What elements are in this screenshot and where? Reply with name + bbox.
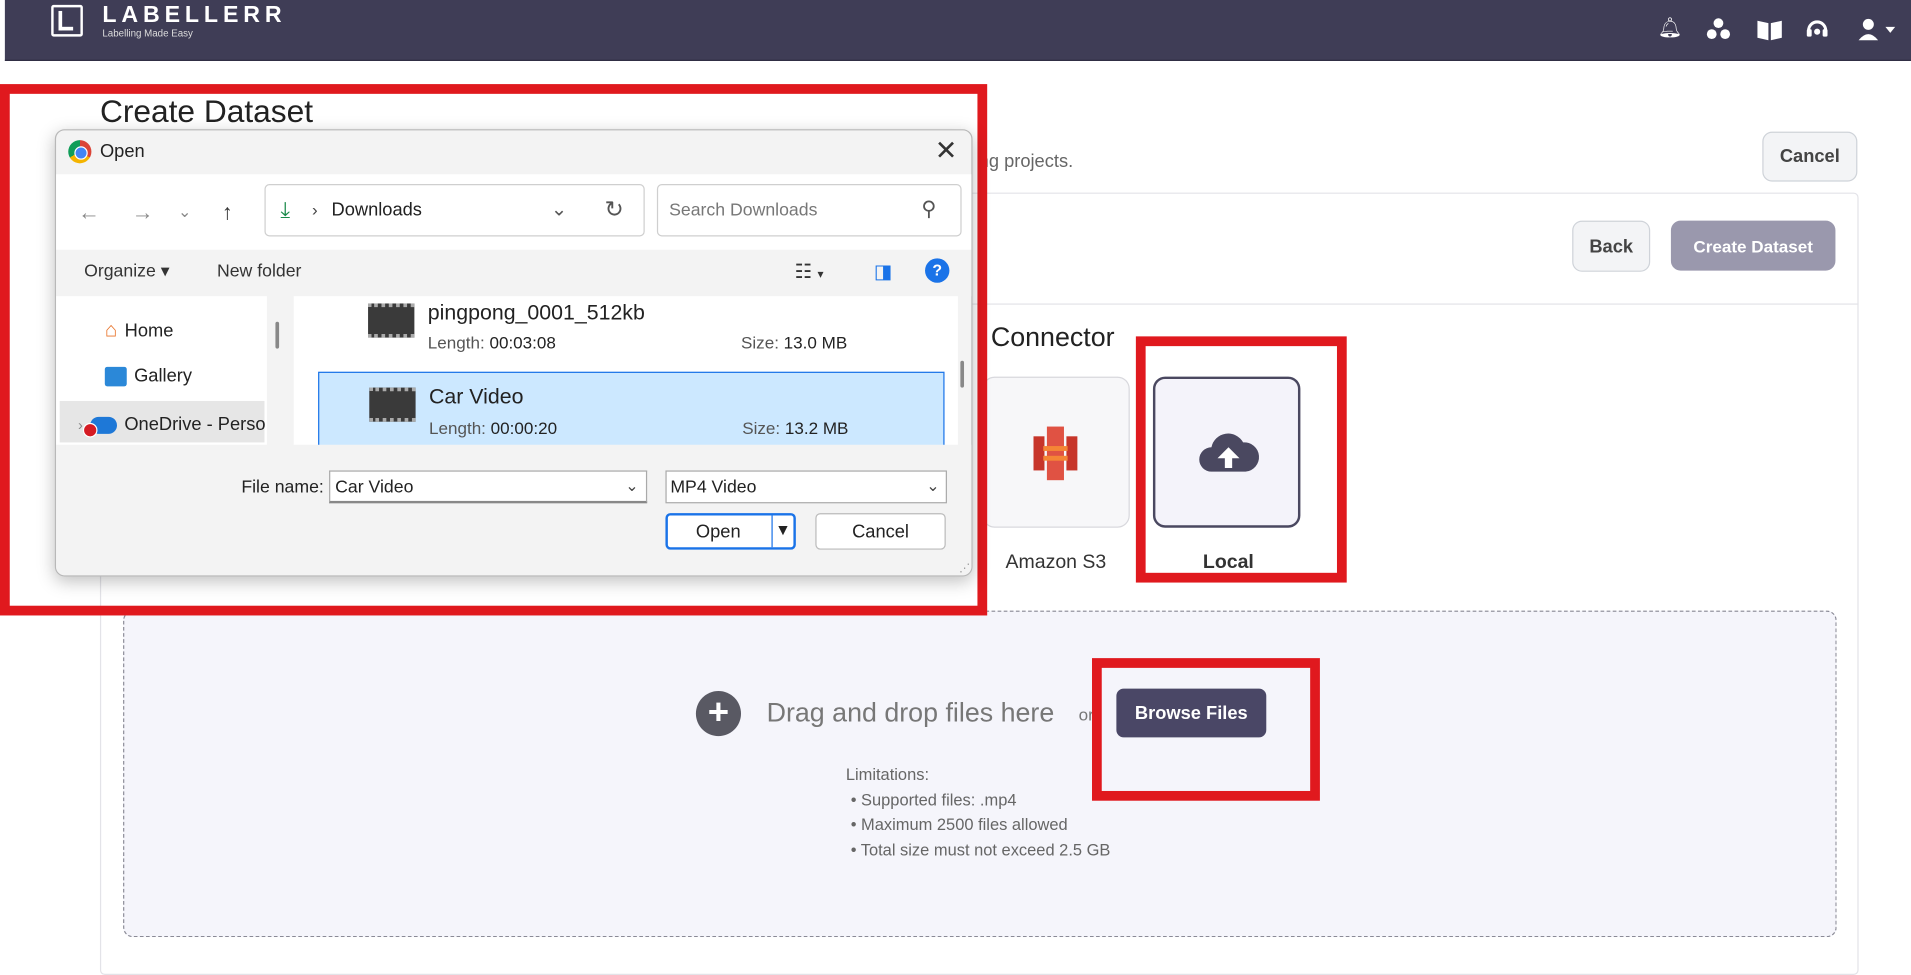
chrome-icon bbox=[68, 140, 92, 164]
nav-item-label: OneDrive - Perso bbox=[124, 414, 266, 436]
download-icon: ⤓ bbox=[280, 197, 291, 222]
view-options-icon[interactable]: ☷ ▾ bbox=[795, 260, 824, 284]
size-value: 13.0 MB bbox=[783, 332, 848, 353]
navigation-pane: ⌂ Home Gallery › OneDrive - Perso bbox=[56, 296, 267, 445]
length-value: 00:03:08 bbox=[489, 332, 556, 353]
file-length: Length: 00:00:20 bbox=[429, 418, 557, 438]
help-icon[interactable]: ? bbox=[925, 258, 950, 283]
preview-pane-icon[interactable]: ◨ bbox=[874, 260, 892, 284]
error-badge-icon bbox=[82, 422, 98, 437]
address-dropdown-icon[interactable]: ⌄ bbox=[551, 197, 567, 221]
file-row-selected[interactable]: Car Video Length: 00:00:20 Size: 13.2 MB bbox=[318, 371, 945, 445]
length-label: Length: bbox=[429, 418, 486, 438]
search-placeholder: Search Downloads bbox=[669, 201, 818, 221]
highlight-box-local bbox=[1135, 336, 1347, 583]
address-bar[interactable]: ⤓ › Downloads ⌄ ↻ bbox=[264, 184, 645, 237]
file-type-select[interactable]: MP4 Video ⌄ bbox=[665, 470, 947, 504]
recent-chevron-icon[interactable]: ⌄ bbox=[178, 201, 191, 223]
file-name-input[interactable]: Car Video ⌄ bbox=[329, 470, 648, 504]
limitations: Limitations: • Supported files: .mp4 • M… bbox=[846, 763, 1111, 863]
chevron-down-icon[interactable]: ⌄ bbox=[625, 477, 638, 497]
open-dropdown-icon[interactable]: ▼ bbox=[775, 520, 791, 538]
organize-menu[interactable]: Organize ▾ bbox=[84, 262, 170, 282]
nav-item-gallery[interactable]: Gallery bbox=[104, 365, 192, 387]
bell-icon[interactable]: 🔔︎ bbox=[1658, 17, 1683, 41]
book-icon[interactable] bbox=[1756, 17, 1782, 41]
top-navbar: LABELLERR Labelling Made Easy 🔔︎ bbox=[4, 0, 1911, 61]
length-label: Length: bbox=[427, 332, 485, 353]
file-size: Size: 13.2 MB bbox=[742, 418, 848, 438]
dialog-footer: File name: Car Video ⌄ MP4 Video ⌄ Open … bbox=[56, 444, 972, 576]
amazon-s3-label: Amazon S3 bbox=[1005, 552, 1107, 573]
dialog-toolbar: Organize ▾ New folder ☷ ▾ ◨ ? bbox=[56, 249, 972, 297]
size-value: 13.2 MB bbox=[784, 418, 849, 438]
labellerr-logo-icon bbox=[51, 4, 83, 37]
connector-title: Connector bbox=[990, 321, 1115, 353]
file-list-scrollbar[interactable] bbox=[960, 360, 965, 388]
file-name: pingpong_0001_512kb bbox=[427, 299, 645, 325]
amazon-s3-tile[interactable] bbox=[982, 376, 1130, 528]
back-arrow-icon[interactable]: ← bbox=[78, 201, 100, 223]
open-label: Open bbox=[695, 521, 741, 543]
split-divider bbox=[771, 515, 773, 548]
open-file-dialog: Open ✕ ← → ⌄ ↑ ⤓ › Downloads ⌄ ↻ Search … bbox=[54, 129, 973, 577]
refresh-icon[interactable]: ↻ bbox=[605, 196, 624, 224]
close-icon[interactable]: ✕ bbox=[935, 137, 957, 165]
size-label: Size: bbox=[742, 418, 781, 438]
open-button[interactable]: Open ▼ bbox=[665, 513, 796, 550]
logo-name: LABELLERR bbox=[102, 2, 287, 29]
page-subtitle: ng projects. bbox=[978, 151, 1074, 172]
chevron-down-icon: ⌄ bbox=[926, 476, 940, 495]
search-box[interactable]: Search Downloads ⚲ bbox=[656, 184, 962, 237]
new-folder-button[interactable]: New folder bbox=[217, 262, 301, 282]
drag-drop-text: Drag and drop files here bbox=[766, 697, 1055, 728]
file-length: Length: 00:03:08 bbox=[428, 333, 556, 353]
team-icon[interactable] bbox=[1706, 17, 1731, 41]
limitations-title: Limitations: bbox=[845, 765, 930, 784]
highlight-box-browse bbox=[1092, 658, 1320, 801]
dialog-navbar: ← → ⌄ ↑ ⤓ › Downloads ⌄ ↻ Search Downloa… bbox=[56, 174, 972, 250]
address-text: Downloads bbox=[331, 199, 422, 221]
file-name-value: Car Video bbox=[335, 477, 414, 498]
limitation-item: • Maximum 2500 files allowed bbox=[850, 815, 1068, 834]
organize-label: Organize bbox=[84, 262, 156, 282]
amazon-s3-icon bbox=[1033, 426, 1078, 481]
file-list: pingpong_0001_512kb Length: 00:03:08 Siz… bbox=[293, 296, 958, 445]
size-label: Size: bbox=[741, 332, 779, 353]
logo-tagline: Labelling Made Easy bbox=[102, 28, 193, 39]
file-size: Size: 13.0 MB bbox=[741, 333, 847, 353]
forward-arrow-icon[interactable]: → bbox=[132, 201, 154, 223]
user-icon[interactable] bbox=[1853, 17, 1902, 41]
cancel-button[interactable]: Cancel bbox=[1762, 131, 1858, 182]
gallery-icon bbox=[104, 366, 127, 386]
nav-item-label: Home bbox=[124, 319, 174, 341]
nav-item-label: Gallery bbox=[134, 365, 192, 387]
video-thumbnail-icon bbox=[368, 303, 415, 338]
back-button[interactable]: Back bbox=[1572, 220, 1651, 272]
file-name: Car Video bbox=[429, 383, 524, 409]
home-icon: ⌂ bbox=[104, 318, 118, 342]
limitation-item: • Total size must not exceed 2.5 GB bbox=[850, 840, 1111, 859]
breadcrumb-chevron-icon: › bbox=[312, 199, 318, 220]
video-thumbnail-icon bbox=[369, 387, 416, 422]
support-icon[interactable] bbox=[1805, 17, 1829, 41]
file-name-label: File name: bbox=[241, 477, 324, 498]
limitation-item: • Supported files: .mp4 bbox=[850, 790, 1017, 809]
dialog-title: Open bbox=[99, 141, 145, 163]
up-arrow-icon[interactable]: ↑ bbox=[222, 201, 233, 223]
add-circle-icon[interactable]: + bbox=[695, 691, 741, 737]
screen: LABELLERR Labelling Made Easy 🔔︎ Create … bbox=[0, 0, 1911, 975]
create-dataset-button[interactable]: Create Dataset bbox=[1670, 220, 1836, 271]
nav-scrollbar[interactable] bbox=[275, 321, 280, 349]
length-value: 00:00:20 bbox=[490, 418, 558, 438]
file-row[interactable]: pingpong_0001_512kb Length: 00:03:08 Siz… bbox=[318, 296, 944, 367]
dialog-cancel-button[interactable]: Cancel bbox=[815, 513, 946, 550]
nav-item-home[interactable]: ⌂ Home bbox=[105, 318, 174, 342]
file-type-value: MP4 Video bbox=[670, 477, 757, 498]
nav-item-onedrive[interactable]: › OneDrive - Perso bbox=[78, 414, 266, 437]
resize-grip-icon[interactable]: ⋰ bbox=[959, 562, 970, 575]
search-icon[interactable]: ⚲ bbox=[921, 197, 936, 221]
onedrive-icon bbox=[82, 416, 117, 437]
